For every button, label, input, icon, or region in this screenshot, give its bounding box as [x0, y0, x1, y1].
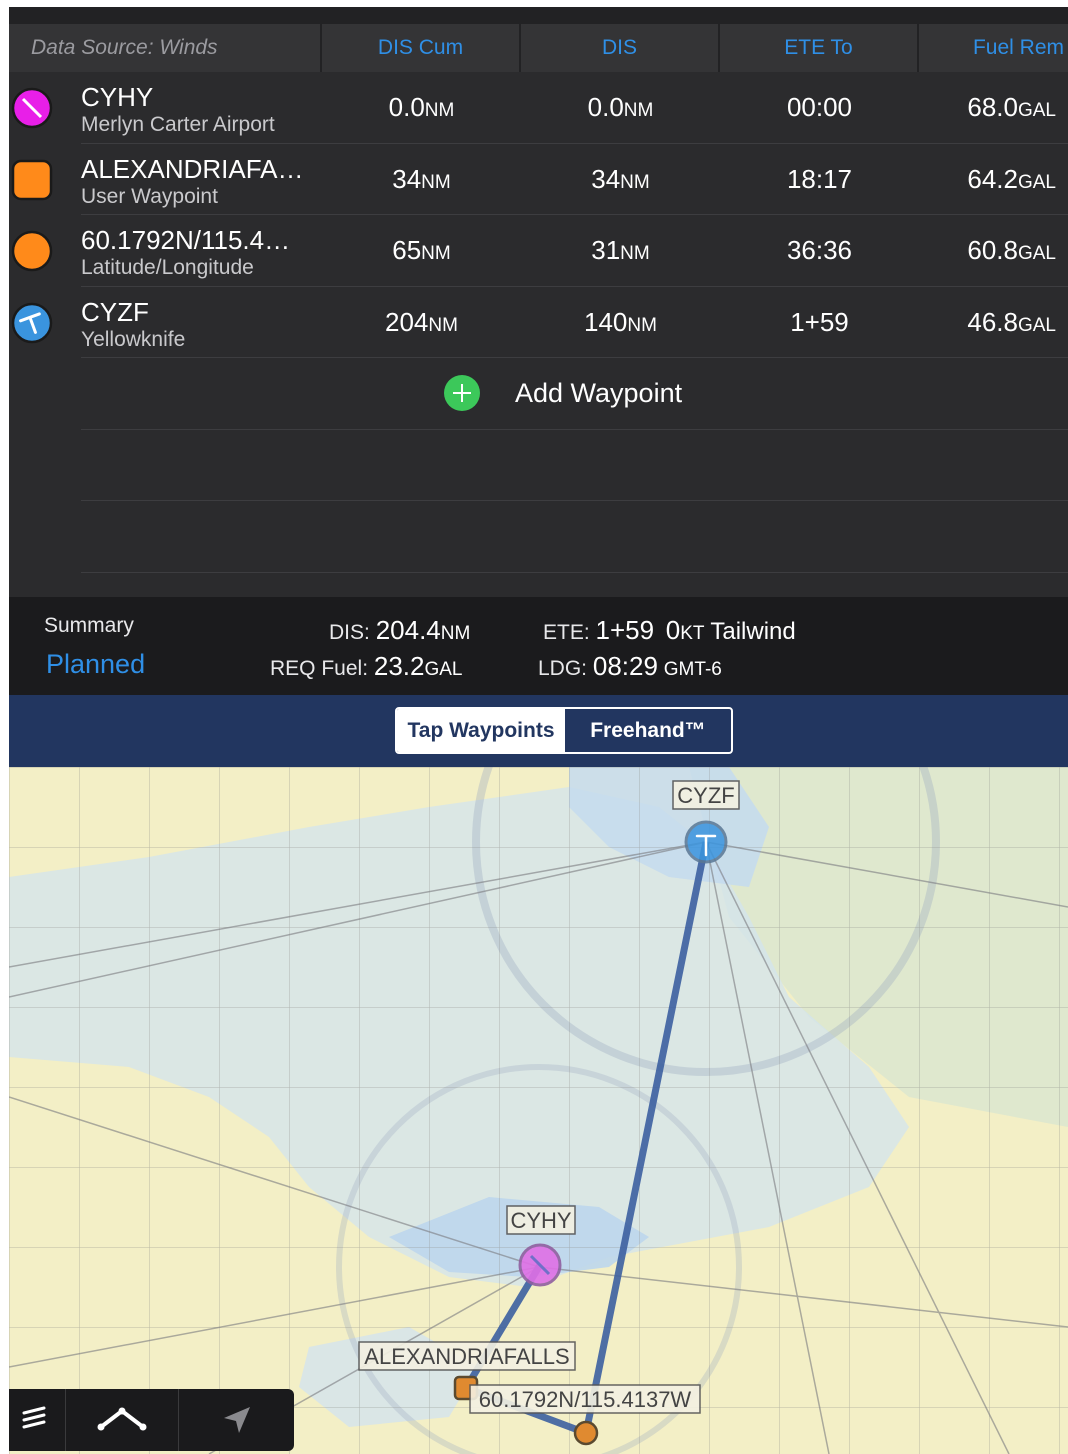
waypoint-type: Latitude/Longitude — [81, 256, 254, 279]
waypoint-name: CYZF — [81, 296, 149, 327]
fuel-rem-value: 68.0GAL — [967, 92, 1056, 122]
dis-value: 140NM — [584, 306, 657, 337]
latlon-waypoint-map-icon[interactable] — [573, 1420, 599, 1446]
alexandriafalls-map-label: ALEXANDRIAFALLS — [364, 1344, 569, 1369]
row-divider — [81, 571, 1068, 573]
cyzf-map-label: CYZF — [677, 783, 734, 808]
dis-cum-value: 34NM — [392, 163, 451, 194]
map-toolbar — [9, 1389, 294, 1451]
map-canvas[interactable]: CYZF CYHY ALEXANDRIAFALLS 60.1792N/115.4… — [9, 767, 1068, 1454]
airport-restricted-icon — [11, 87, 53, 129]
dis-cum-value: 204NM — [385, 306, 458, 337]
latlon-waypoint-icon — [11, 230, 53, 272]
column-header-dis-cum[interactable]: DIS Cum — [322, 24, 521, 72]
dis-value: 0.0NM — [587, 92, 654, 122]
fuel-rem-value: 64.2GAL — [967, 163, 1056, 194]
dis-value: 34NM — [591, 163, 650, 194]
waypoint-name: 60.1792N/115.4… — [81, 225, 291, 255]
fuel-rem-value: 46.8GAL — [967, 306, 1056, 337]
summary-required-fuel: REQ Fuel: 23.2GAL — [270, 651, 463, 681]
summary-distance: DIS: 204.4NM — [329, 615, 471, 645]
freehand-button[interactable]: Freehand™ — [565, 709, 731, 752]
summary-label: Summary — [44, 614, 134, 637]
dis-cum-value: 65NM — [392, 235, 451, 265]
layers-button[interactable] — [9, 1389, 66, 1451]
layers-icon — [22, 1406, 46, 1429]
latlon-map-label: 60.1792N/115.4137W — [479, 1387, 692, 1412]
ete-value: 1+59 — [790, 306, 849, 337]
data-source-label[interactable]: Data Source: Winds — [9, 24, 322, 72]
sectional-map[interactable]: CYZF CYHY ALEXANDRIAFALLS 60.1792N/115.4… — [9, 767, 1068, 1454]
summary-landing-time: LDG: 08:29 GMT-6 — [538, 651, 722, 681]
route-mode-segmented-control: Tap Waypoints Freehand™ — [395, 707, 733, 754]
user-waypoint-icon — [11, 159, 53, 200]
waypoint-row[interactable]: CYHY Merlyn Carter Airport 0.0NM 0.0NM 0… — [9, 72, 1068, 144]
waypoint-type: Yellowknife — [81, 327, 186, 351]
summary-panel: Summary Planned DIS: 204.4NM REQ Fuel: 2… — [9, 597, 1068, 695]
ete-value: 36:36 — [786, 235, 853, 265]
location-button[interactable] — [179, 1389, 294, 1451]
plus-icon — [444, 375, 480, 411]
tap-waypoints-button[interactable]: Tap Waypoints — [397, 709, 565, 752]
route-mode-bar: Tap Waypoints Freehand™ — [9, 695, 1068, 767]
waypoint-name: CYHY — [81, 82, 154, 112]
dis-value: 31NM — [591, 235, 650, 265]
add-waypoint-label: Add Waypoint — [515, 377, 683, 408]
column-header-dis[interactable]: DIS — [521, 24, 720, 72]
flight-plan-app: Data Source: Winds DIS Cum DIS ETE To Fu… — [9, 7, 1068, 1454]
waypoint-row[interactable]: ALEXANDRIAFA… User Waypoint 34NM 34NM 18… — [9, 144, 1068, 215]
waypoint-type: User Waypoint — [81, 184, 218, 208]
ete-value: 18:17 — [786, 163, 853, 194]
ete-value: 00:00 — [786, 92, 853, 122]
waypoint-name: ALEXANDRIAFA… — [81, 153, 304, 184]
cyhy-map-label: CYHY — [510, 1208, 571, 1233]
route-button[interactable] — [66, 1389, 179, 1451]
waypoint-row[interactable]: CYZF Yellowknife 204NM 140NM 1+59 46.8GA… — [9, 287, 1068, 358]
waypoint-row[interactable]: 60.1792N/115.4… Latitude/Longitude 65NM … — [9, 215, 1068, 287]
dis-cum-value: 0.0NM — [388, 92, 455, 122]
route-icon — [97, 1407, 147, 1431]
empty-row — [9, 501, 1068, 573]
waypoint-list: CYHY Merlyn Carter Airport 0.0NM 0.0NM 0… — [9, 72, 1068, 573]
fuel-rem-value: 60.8GAL — [967, 235, 1056, 265]
column-header-fuel-rem[interactable]: Fuel Rem — [919, 24, 1068, 72]
summary-ete: ETE: 1+59 0KT Tailwind — [543, 615, 796, 645]
empty-row — [9, 430, 1068, 501]
add-waypoint-button[interactable]: Add Waypoint — [444, 375, 682, 411]
waypoint-type: Merlyn Carter Airport — [81, 113, 275, 136]
airport-icon — [11, 302, 53, 343]
location-arrow-icon — [223, 1407, 250, 1433]
column-header-ete-to[interactable]: ETE To — [720, 24, 919, 72]
nav-log-header: Data Source: Winds DIS Cum DIS ETE To Fu… — [9, 24, 1068, 72]
top-strip — [9, 7, 1068, 24]
summary-mode-planned[interactable]: Planned — [46, 649, 145, 680]
add-waypoint-row: Add Waypoint — [9, 358, 1068, 430]
